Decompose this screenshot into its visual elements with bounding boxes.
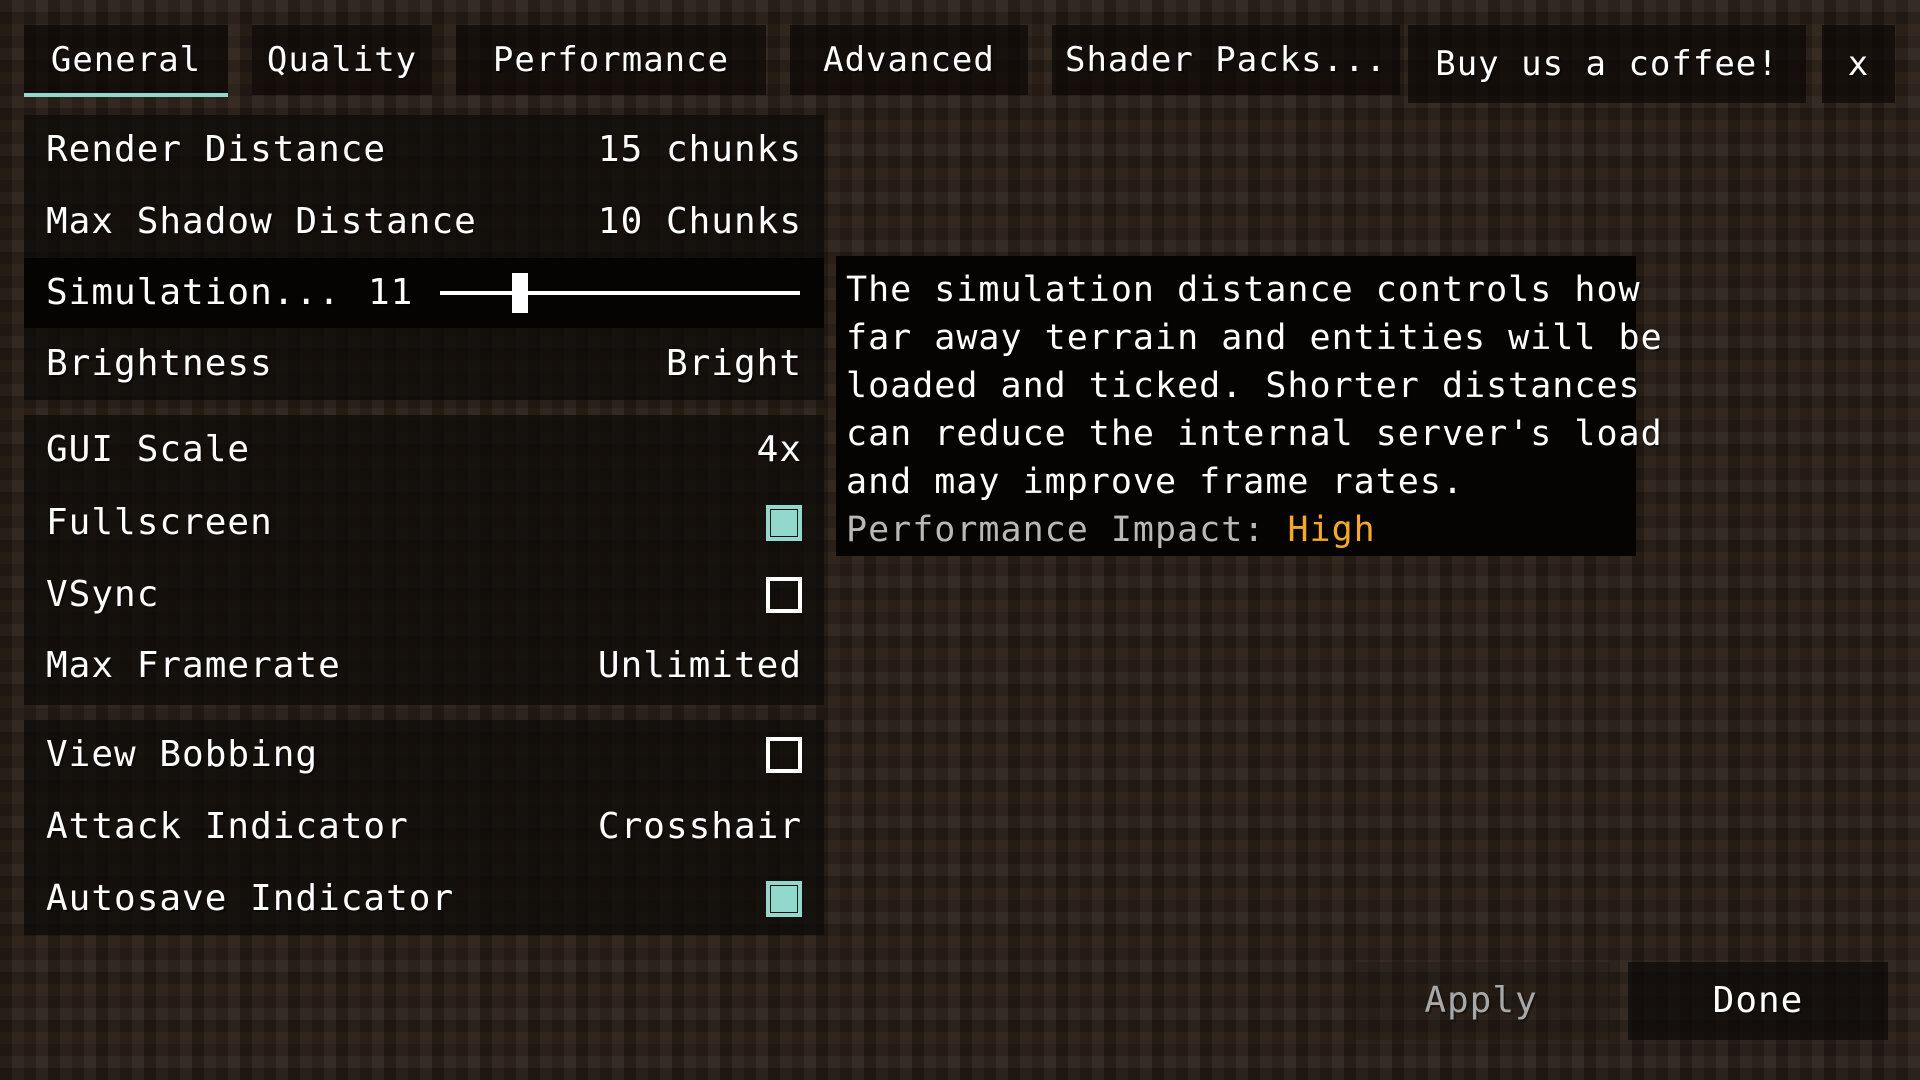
tooltip-line: The simulation distance controls how — [846, 270, 1641, 310]
tooltip-line: loaded and ticked. Shorter distances — [846, 366, 1641, 406]
tab-shader-packs[interactable]: Shader Packs... — [1052, 25, 1400, 95]
tab-performance[interactable]: Performance — [456, 25, 766, 95]
setting-value: Crosshair — [597, 806, 802, 847]
tooltip-line: can reduce the internal server's load — [846, 414, 1663, 454]
autosave-indicator-checkbox[interactable] — [766, 881, 802, 917]
tab-general-label: General — [50, 40, 202, 80]
done-button-label: Done — [1712, 980, 1804, 1021]
setting-value: Unlimited — [597, 645, 802, 686]
apply-button[interactable]: Apply — [1352, 962, 1610, 1040]
setting-value: 4x — [756, 429, 802, 470]
vsync-checkbox[interactable] — [766, 577, 802, 613]
tab-performance-label: Performance — [492, 40, 730, 80]
setting-autosave-indicator[interactable]: Autosave Indicator — [24, 864, 824, 934]
buy-coffee-label: Buy us a coffee! — [1435, 44, 1779, 84]
tab-advanced-label: Advanced — [823, 40, 995, 80]
fullscreen-checkbox[interactable] — [766, 505, 802, 541]
setting-label: Fullscreen — [46, 502, 273, 543]
slider-track[interactable] — [440, 291, 800, 295]
setting-label: Max Shadow Distance — [46, 201, 477, 242]
view-bobbing-checkbox[interactable] — [766, 737, 802, 773]
close-button[interactable]: x — [1822, 25, 1895, 103]
setting-gui-scale[interactable]: GUI Scale 4x — [24, 415, 824, 485]
setting-label: VSync — [46, 574, 160, 615]
setting-label: Attack Indicator — [46, 806, 409, 847]
settings-group-display-distance: Render Distance 15 chunks Max Shadow Dis… — [24, 115, 824, 400]
setting-render-distance[interactable]: Render Distance 15 chunks — [24, 115, 824, 185]
setting-label: Max Framerate — [46, 645, 341, 686]
setting-value: 10 Chunks — [597, 201, 802, 242]
apply-button-label: Apply — [1424, 980, 1538, 1021]
setting-view-bobbing[interactable]: View Bobbing — [24, 720, 824, 790]
done-button[interactable]: Done — [1628, 962, 1888, 1040]
setting-label: View Bobbing — [46, 734, 319, 775]
setting-value: 15 chunks — [597, 129, 802, 170]
tab-quality[interactable]: Quality — [252, 25, 432, 95]
performance-impact-label: Performance Impact: — [846, 510, 1288, 550]
setting-tooltip: The simulation distance controls how far… — [836, 256, 1663, 556]
performance-impact-value: High — [1287, 510, 1376, 550]
performance-impact: Performance Impact: High — [846, 506, 1626, 554]
settings-group-window: GUI Scale 4x Fullscreen VSync Max Framer… — [24, 415, 824, 705]
tooltip-line: far away terrain and entities will be — [846, 318, 1663, 358]
settings-group-indicators: View Bobbing Attack Indicator Crosshair … — [24, 720, 824, 935]
setting-vsync[interactable]: VSync — [24, 560, 824, 630]
tooltip-line: and may improve frame rates. — [846, 462, 1465, 502]
setting-label: GUI Scale — [46, 429, 251, 470]
close-icon: x — [1847, 44, 1870, 84]
setting-label: Autosave Indicator — [46, 878, 455, 919]
tab-general[interactable]: General — [24, 25, 228, 97]
tab-shader-packs-label: Shader Packs... — [1064, 40, 1388, 80]
setting-brightness[interactable]: Brightness Bright — [24, 329, 824, 399]
slider-thumb[interactable] — [512, 273, 528, 313]
buy-coffee-button[interactable]: Buy us a coffee! — [1408, 25, 1806, 103]
setting-label: Brightness — [46, 343, 273, 384]
setting-simulation-distance[interactable]: Simulation... 11 — [24, 258, 824, 328]
setting-attack-indicator[interactable]: Attack Indicator Crosshair — [24, 792, 824, 862]
setting-label: Render Distance — [46, 129, 387, 170]
setting-max-framerate[interactable]: Max Framerate Unlimited — [24, 631, 824, 701]
setting-value: Bright — [665, 343, 802, 384]
tab-advanced[interactable]: Advanced — [790, 25, 1028, 95]
slider-value: 11 — [368, 272, 414, 313]
tab-quality-label: Quality — [266, 40, 418, 80]
setting-fullscreen[interactable]: Fullscreen — [24, 488, 824, 558]
setting-max-shadow-distance[interactable]: Max Shadow Distance 10 Chunks — [24, 187, 824, 257]
